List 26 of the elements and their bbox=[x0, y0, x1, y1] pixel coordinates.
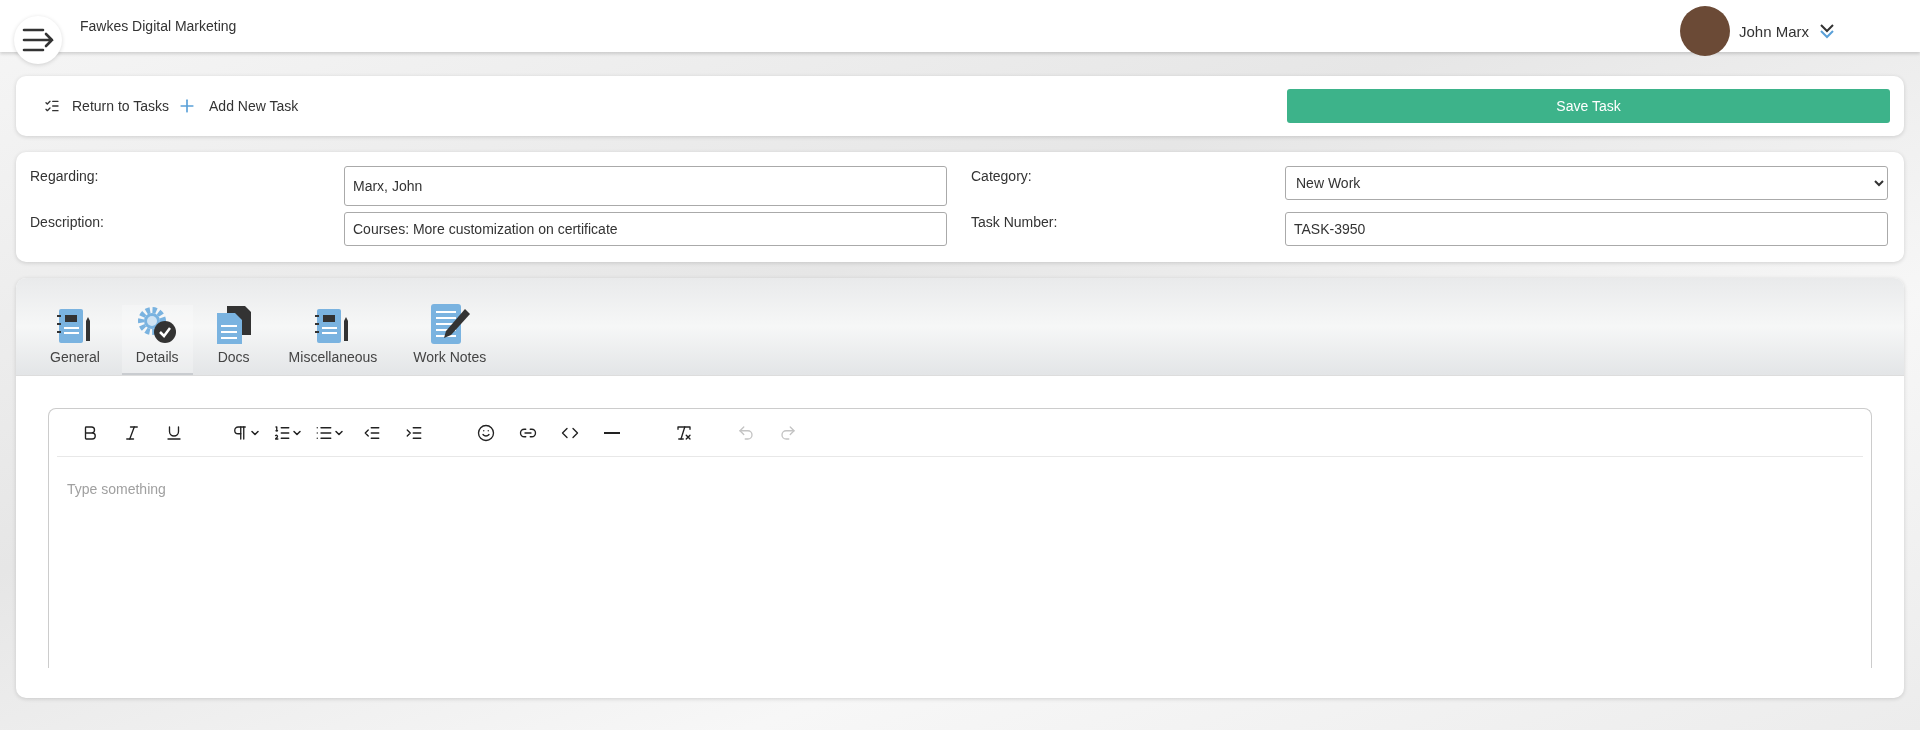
text-input[interactable]: Courses: More customization on certificate bbox=[344, 212, 947, 246]
tab[interactable]: Miscellaneous bbox=[274, 307, 392, 375]
return-link[interactable]: Return to Tasks bbox=[44, 98, 169, 114]
avatar-placeholder bbox=[1679, 6, 1730, 56]
tab[interactable]: Work Notes bbox=[399, 303, 501, 375]
add-link[interactable]: Add New Task bbox=[177, 96, 299, 116]
category-select[interactable]: New Work bbox=[1285, 166, 1888, 200]
field-label: Task Number: bbox=[971, 213, 1059, 232]
note-pencil-icon bbox=[428, 303, 471, 345]
tab[interactable]: Docs bbox=[200, 305, 267, 375]
field-label: Category: bbox=[971, 167, 1033, 186]
tab[interactable]: Details bbox=[121, 305, 193, 375]
gear-check-icon bbox=[136, 305, 179, 345]
documents-icon bbox=[214, 305, 253, 345]
text-input[interactable]: TASK-3950 bbox=[1285, 212, 1888, 246]
menu-button[interactable] bbox=[14, 16, 62, 64]
user-name[interactable]: John Marx bbox=[1738, 22, 1809, 40]
field-label: Description: bbox=[30, 213, 105, 232]
text-input[interactable]: Marx, John bbox=[344, 166, 947, 206]
editor-placeholder: Type something bbox=[66, 480, 167, 499]
company-name: Fawkes Digital Marketing bbox=[80, 18, 237, 34]
list-icon bbox=[44, 98, 60, 114]
tab[interactable]: General bbox=[36, 307, 114, 375]
field-label: Regarding: bbox=[30, 167, 100, 186]
double-chevron-icon[interactable] bbox=[1818, 22, 1836, 40]
menu-arrow-icon bbox=[21, 27, 55, 53]
